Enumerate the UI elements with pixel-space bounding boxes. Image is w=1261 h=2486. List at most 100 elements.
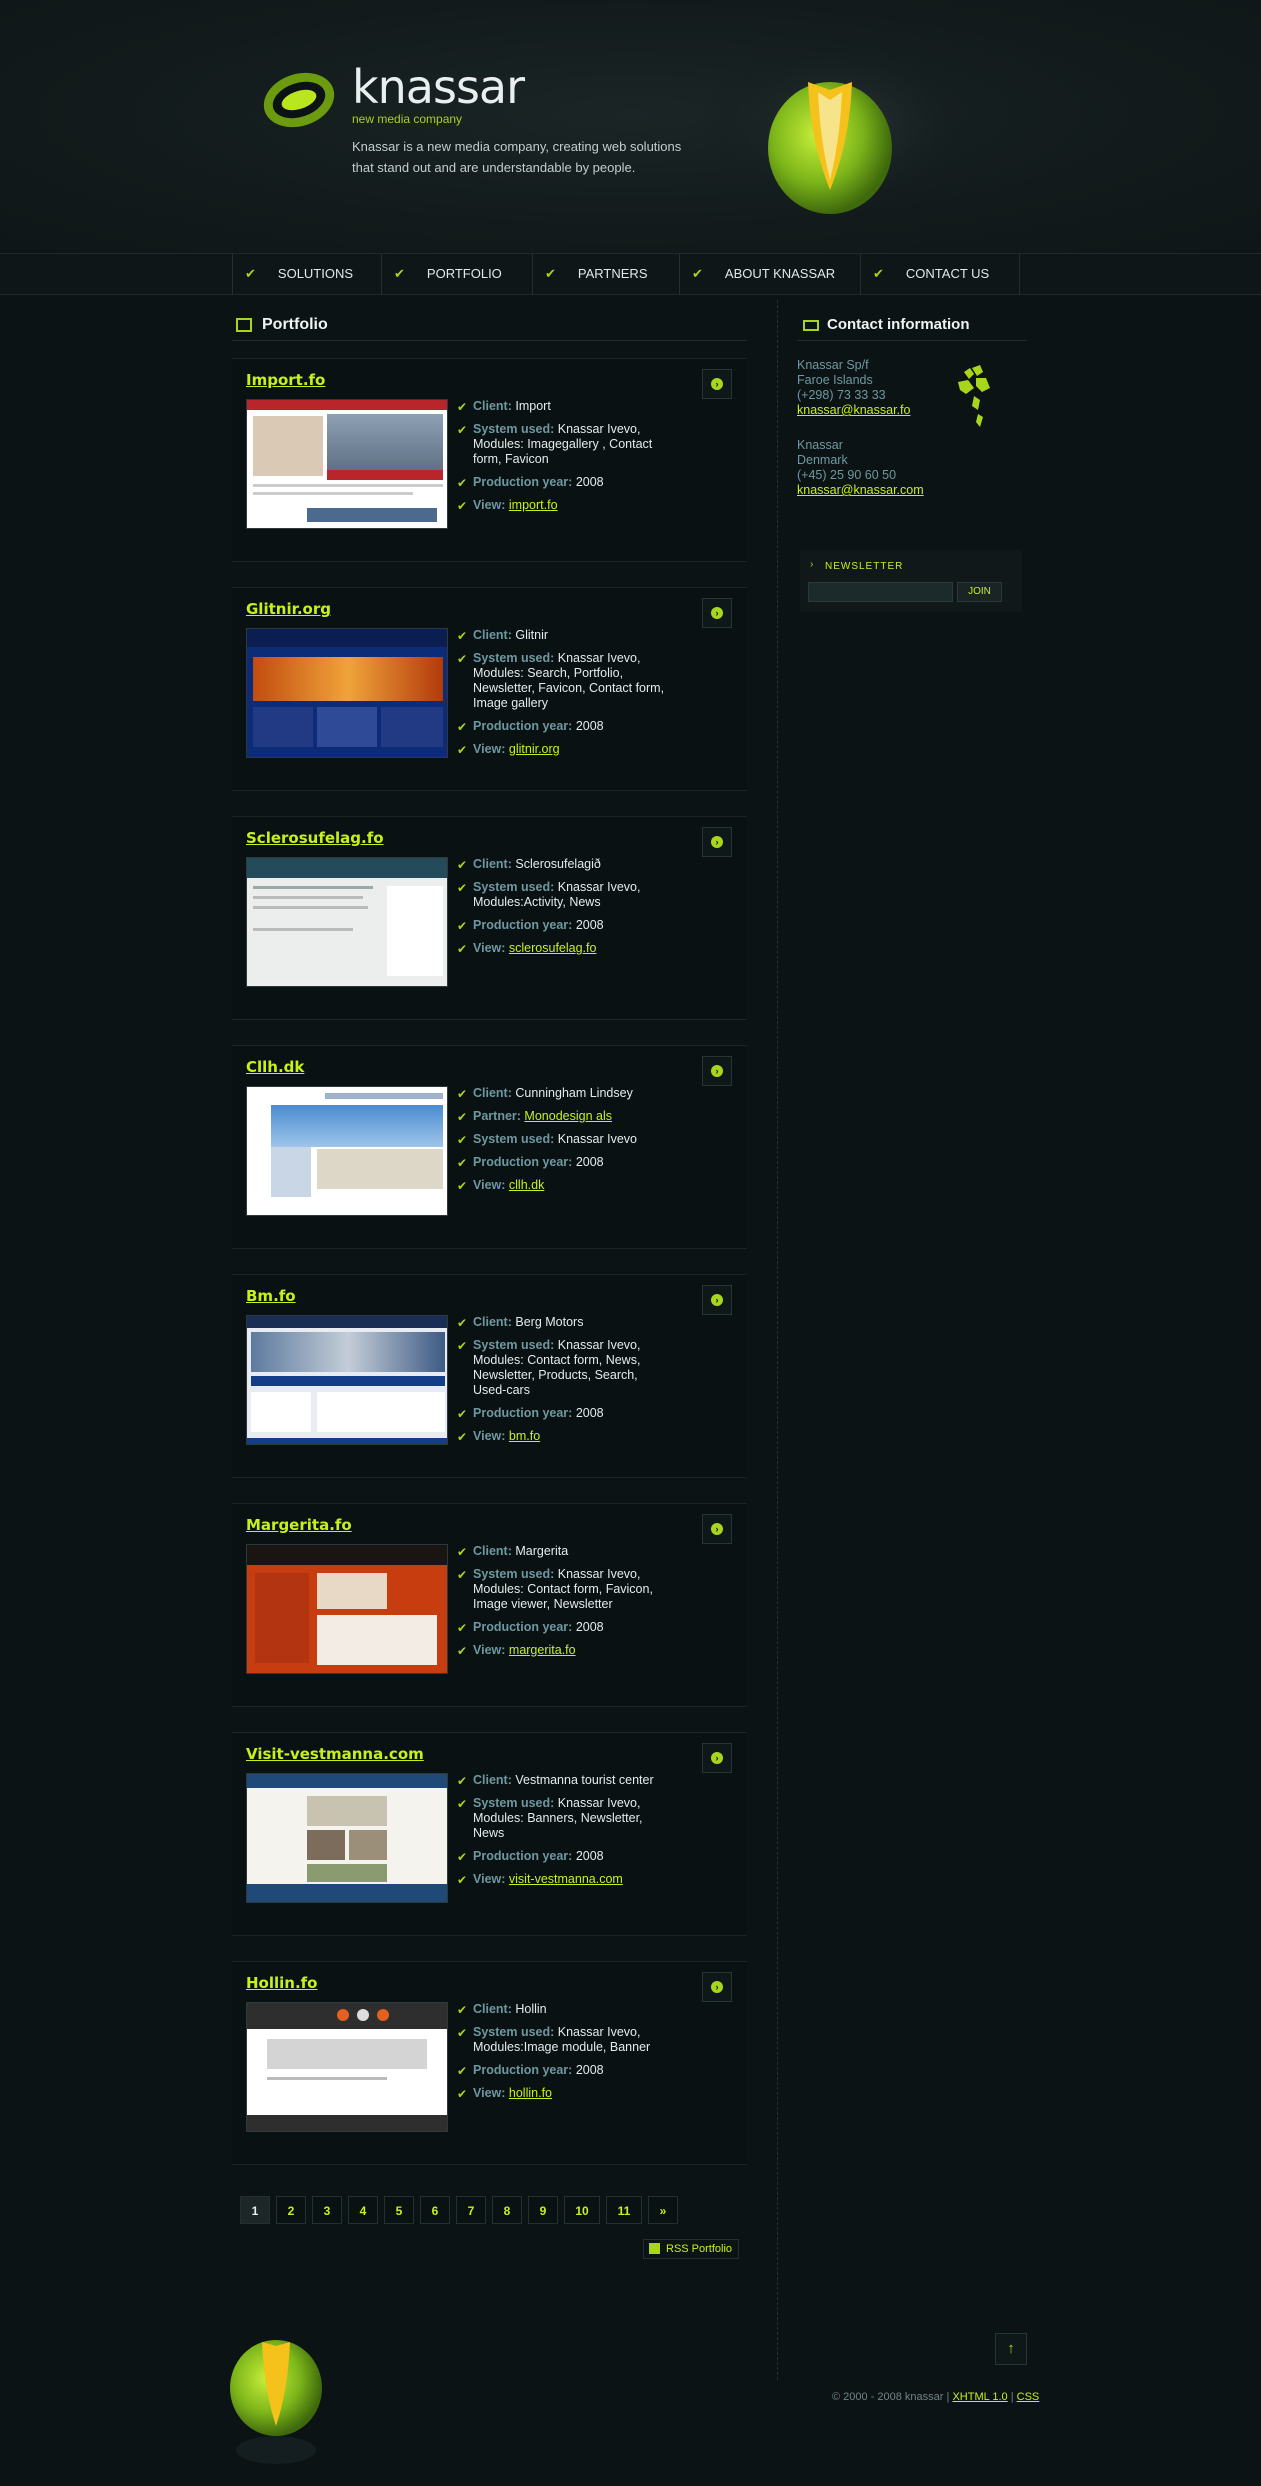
year-value: 2008 xyxy=(575,719,604,733)
client-label: Client: xyxy=(473,2002,512,2016)
portfolio-item-title[interactable]: Hollin.fo xyxy=(246,1974,318,1992)
check-icon: ✔ xyxy=(457,1545,468,1559)
page-button[interactable]: 11 xyxy=(606,2196,642,2224)
newsletter-email-input[interactable] xyxy=(808,582,953,602)
project-thumbnail[interactable] xyxy=(246,1315,448,1445)
xhtml-link[interactable]: XHTML 1.0 xyxy=(952,2391,1007,2403)
arrow-icon: › xyxy=(711,1981,723,1993)
open-project-button[interactable]: › xyxy=(702,1972,732,2002)
knassar-logo-icon[interactable] xyxy=(258,62,340,134)
newsletter-box: › NEWSLETTER JOIN xyxy=(800,550,1022,612)
portfolio-heading: Portfolio xyxy=(232,300,747,341)
view-link[interactable]: visit-vestmanna.com xyxy=(509,1872,623,1886)
page-button[interactable]: 4 xyxy=(348,2196,378,2224)
rss-portfolio-link[interactable]: RSS Portfolio xyxy=(643,2239,740,2259)
open-project-button[interactable]: › xyxy=(702,1285,732,1315)
project-thumbnail[interactable] xyxy=(246,399,448,529)
partner-link[interactable]: Monodesign als xyxy=(524,1109,612,1123)
project-thumbnail[interactable] xyxy=(246,1544,448,1674)
view-link[interactable]: sclerosufelag.fo xyxy=(509,941,597,955)
portfolio-item-title[interactable]: Import.fo xyxy=(246,371,325,389)
check-icon: ✔ xyxy=(457,881,468,895)
check-icon: ✔ xyxy=(457,629,468,643)
view-label: View: xyxy=(473,1429,506,1443)
page-button[interactable]: 3 xyxy=(312,2196,342,2224)
view-link[interactable]: glitnir.org xyxy=(509,742,560,756)
project-thumbnail[interactable] xyxy=(246,1086,448,1216)
project-details: ✔ Client: Glitnir ✔ System used: Knassar I… xyxy=(457,628,667,765)
check-icon: ✔ xyxy=(457,1179,468,1193)
check-icon: ✔ xyxy=(692,266,703,281)
back-to-top-button[interactable]: ↑ xyxy=(995,2333,1027,2365)
email-link[interactable]: knassar@knassar.fo xyxy=(797,403,910,417)
open-project-button[interactable]: › xyxy=(702,1743,732,1773)
portfolio-item-title[interactable]: Margerita.fo xyxy=(246,1516,352,1534)
phone-line: (+298) 73 33 33 xyxy=(797,388,886,402)
join-button[interactable]: JOIN xyxy=(957,582,1002,602)
year-label: Production year: xyxy=(473,1849,573,1863)
page-button[interactable]: 10 xyxy=(564,2196,600,2224)
year-value: 2008 xyxy=(575,2063,604,2077)
project-details: ✔ Client: Margerita ✔ System used: Knassar… xyxy=(457,1544,667,1666)
portfolio-item-import: Import.fo › ✔ Client: Import ✔ System used… xyxy=(232,358,747,562)
logo-wordmark[interactable]: knassar xyxy=(352,64,525,110)
check-icon: ✔ xyxy=(457,1407,468,1421)
check-icon: ✔ xyxy=(394,266,405,281)
view-link[interactable]: import.fo xyxy=(509,498,558,512)
check-icon: ✔ xyxy=(457,1339,468,1353)
page-button[interactable]: 9 xyxy=(528,2196,558,2224)
open-project-button[interactable]: › xyxy=(702,598,732,628)
check-icon: ✔ xyxy=(457,1430,468,1444)
nav-portfolio[interactable]: ✔ PORTFOLIO xyxy=(381,254,532,294)
page-button[interactable]: 6 xyxy=(420,2196,450,2224)
project-thumbnail[interactable] xyxy=(246,2002,448,2132)
portfolio-item-title[interactable]: Bm.fo xyxy=(246,1287,296,1305)
portfolio-item-title[interactable]: Cllh.dk xyxy=(246,1058,304,1076)
nav-solutions[interactable]: ✔ SOLUTIONS xyxy=(232,254,381,294)
nav-partners[interactable]: ✔ PARTNERS xyxy=(532,254,679,294)
page-button[interactable]: 1 xyxy=(240,2196,270,2224)
project-thumbnail[interactable] xyxy=(246,857,448,987)
open-project-button[interactable]: › xyxy=(702,369,732,399)
client-label: Client: xyxy=(473,857,512,871)
system-label: System used: xyxy=(473,1132,555,1146)
check-icon: ✔ xyxy=(457,1644,468,1658)
page-button[interactable]: 5 xyxy=(384,2196,414,2224)
nav-about[interactable]: ✔ ABOUT KNASSAR xyxy=(679,254,860,294)
nav-contact[interactable]: ✔ CONTACT US xyxy=(860,254,1020,294)
check-icon: ✔ xyxy=(873,266,884,281)
check-icon: ✔ xyxy=(245,266,256,281)
year-label: Production year: xyxy=(473,1406,573,1420)
project-thumbnail[interactable] xyxy=(246,628,448,758)
next-page-button[interactable]: » xyxy=(648,2196,678,2224)
portfolio-item-title[interactable]: Glitnir.org xyxy=(246,600,331,618)
page-button[interactable]: 7 xyxy=(456,2196,486,2224)
lime-hero-image xyxy=(700,35,980,215)
page-button[interactable]: 8 xyxy=(492,2196,522,2224)
system-label: System used: xyxy=(473,1338,555,1352)
portfolio-item-margerita: Margerita.fo › ✔ Client: Margerita ✔ Syste… xyxy=(232,1503,747,1707)
project-details: ✔ Client: Cunningham Lindsey ✔ Partner: Mo… xyxy=(457,1086,667,1201)
portfolio-item-title[interactable]: Sclerosufelag.fo xyxy=(246,829,384,847)
css-link[interactable]: CSS xyxy=(1017,2391,1040,2403)
nav-label: PORTFOLIO xyxy=(426,266,502,281)
open-project-button[interactable]: › xyxy=(702,827,732,857)
view-link[interactable]: margerita.fo xyxy=(509,1643,576,1657)
project-thumbnail[interactable] xyxy=(246,1773,448,1903)
client-value: Hollin xyxy=(515,2002,547,2016)
arrow-icon: › xyxy=(711,378,723,390)
page-button[interactable]: 2 xyxy=(276,2196,306,2224)
arrow-icon: › xyxy=(810,559,814,570)
email-link[interactable]: knassar@knassar.com xyxy=(797,483,924,497)
column-divider xyxy=(777,300,778,2380)
view-link[interactable]: cllh.dk xyxy=(509,1178,544,1192)
portfolio-item-title[interactable]: Visit-vestmanna.com xyxy=(246,1745,424,1763)
view-link[interactable]: bm.fo xyxy=(509,1429,540,1443)
system-value: Knassar Ivevo xyxy=(557,1132,637,1146)
arrow-icon: › xyxy=(711,1065,723,1077)
open-project-button[interactable]: › xyxy=(702,1514,732,1544)
view-link[interactable]: hollin.fo xyxy=(509,2086,552,2100)
open-project-button[interactable]: › xyxy=(702,1056,732,1086)
system-label: System used: xyxy=(473,2025,555,2039)
client-label: Client: xyxy=(473,1544,512,1558)
